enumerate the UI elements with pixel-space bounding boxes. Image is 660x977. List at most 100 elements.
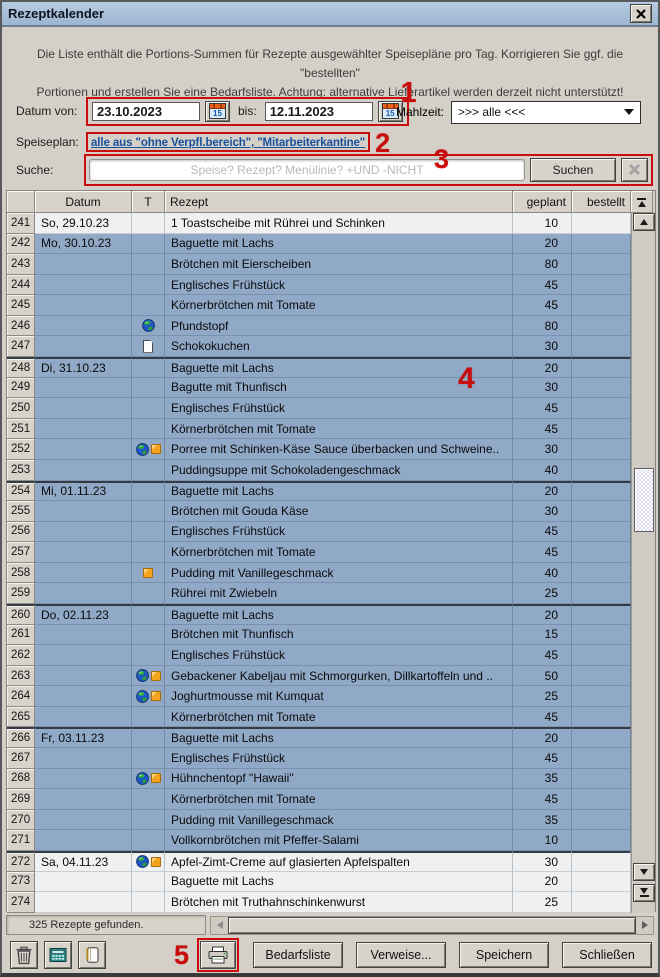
scrollbar-thumb[interactable]	[634, 468, 654, 532]
header-cell-num[interactable]	[7, 191, 35, 213]
header-cell-rezept[interactable]: Rezept	[165, 191, 513, 213]
table-row[interactable]: 264 Joghurtmousse mit Kumquat 25	[7, 686, 631, 707]
row-bestellt[interactable]	[572, 830, 631, 851]
table-row[interactable]: 272 Sa, 04.11.23 Apfel-Zimt-Creme auf gl…	[7, 851, 631, 872]
calculator-button[interactable]	[44, 941, 72, 969]
table-row[interactable]: 250 Englisches Frühstück 45	[7, 398, 631, 419]
row-bestellt[interactable]	[572, 316, 631, 337]
table-row[interactable]: 245 Körnerbrötchen mit Tomate 45	[7, 295, 631, 316]
close-button[interactable]	[630, 4, 652, 23]
row-bestellt[interactable]	[572, 727, 631, 748]
table-row[interactable]: 259 Rührei mit Zwiebeln 25	[7, 583, 631, 604]
row-bestellt[interactable]	[572, 357, 631, 378]
row-bestellt[interactable]	[572, 542, 631, 563]
speiseplan-link[interactable]: alle aus "ohne Verpfl.bereich", "Mitarbe…	[91, 137, 365, 149]
scroll-up-button[interactable]	[633, 213, 655, 231]
table-row[interactable]: 258 Pudding mit Vanillegeschmack 40	[7, 563, 631, 584]
table-row[interactable]: 251 Körnerbrötchen mit Tomate 45	[7, 419, 631, 440]
row-bestellt[interactable]	[572, 439, 631, 460]
table-row[interactable]: 262 Englisches Frühstück 45	[7, 645, 631, 666]
table-row[interactable]: 252 Porree mit Schinken-Käse Sauce überb…	[7, 439, 631, 460]
table-row[interactable]: 270 Pudding mit Vanillegeschmack 35	[7, 810, 631, 831]
row-bestellt[interactable]	[572, 522, 631, 543]
header-cell-bestellt[interactable]: bestellt	[572, 191, 631, 213]
row-bestellt[interactable]	[572, 563, 631, 584]
table-row[interactable]: 274 Brötchen mit Truthahnschinkenwurst 2…	[7, 892, 631, 913]
table-row[interactable]: 273 Baguette mit Lachs 20	[7, 872, 631, 893]
table-row[interactable]: 242 Mo, 30.10.23 Baguette mit Lachs 20	[7, 234, 631, 255]
table-row[interactable]: 268 Hühnchentopf "Hawaii" 35	[7, 769, 631, 790]
row-bestellt[interactable]	[572, 707, 631, 728]
row-bestellt[interactable]	[572, 583, 631, 604]
mahlzeit-dropdown[interactable]: >>> alle <<<	[451, 101, 641, 124]
row-bestellt[interactable]	[572, 892, 631, 913]
table-row[interactable]: 253 Puddingsuppe mit Schokoladengeschmac…	[7, 460, 631, 481]
row-bestellt[interactable]	[572, 234, 631, 255]
print-button[interactable]	[200, 941, 236, 969]
row-bestellt[interactable]	[572, 645, 631, 666]
h-scrollbar-thumb[interactable]	[228, 917, 636, 934]
table-row[interactable]: 246 Pfundstopf 80	[7, 316, 631, 337]
row-bestellt[interactable]	[572, 275, 631, 296]
table-row[interactable]: 267 Englisches Frühstück 45	[7, 748, 631, 769]
table-row[interactable]: 265 Körnerbrötchen mit Tomate 45	[7, 707, 631, 728]
horizontal-scrollbar[interactable]	[210, 916, 654, 935]
vertical-scrollbar[interactable]	[631, 213, 655, 913]
row-bestellt[interactable]	[572, 254, 631, 275]
delete-button[interactable]	[10, 941, 38, 969]
row-bestellt[interactable]	[572, 481, 631, 502]
header-cell-geplant[interactable]: geplant	[513, 191, 572, 213]
row-bestellt[interactable]	[572, 666, 631, 687]
search-button[interactable]: Suchen	[530, 158, 616, 182]
verweise-button[interactable]: Verweise...	[356, 942, 446, 968]
bedarfsliste-button[interactable]: Bedarfsliste	[253, 942, 343, 968]
row-bestellt[interactable]	[572, 789, 631, 810]
date-from-input[interactable]	[92, 102, 200, 121]
scroll-left-button[interactable]	[211, 917, 228, 934]
table-row[interactable]: 271 Vollkornbrötchen mit Pfeffer-Salami …	[7, 830, 631, 851]
calendar-from-button[interactable]: 15	[205, 101, 230, 122]
row-bestellt[interactable]	[572, 460, 631, 481]
schliessen-button[interactable]: Schließen	[562, 942, 652, 968]
table-row[interactable]: 261 Brötchen mit Thunfisch 15	[7, 625, 631, 646]
row-bestellt[interactable]	[572, 378, 631, 399]
table-row[interactable]: 260 Do, 02.11.23 Baguette mit Lachs 20	[7, 604, 631, 625]
table-row[interactable]: 263 Gebackener Kabeljau mit Schmorgurken…	[7, 666, 631, 687]
scroll-down-button[interactable]	[633, 863, 655, 881]
table-row[interactable]: 243 Brötchen mit Eierscheiben 80	[7, 254, 631, 275]
table-row[interactable]: 255 Brötchen mit Gouda Käse 30	[7, 501, 631, 522]
row-bestellt[interactable]	[572, 213, 631, 234]
table-row[interactable]: 256 Englisches Frühstück 45	[7, 522, 631, 543]
table-row[interactable]: 266 Fr, 03.11.23 Baguette mit Lachs 20	[7, 727, 631, 748]
notebook-button[interactable]	[78, 941, 106, 969]
speichern-button[interactable]: Speichern	[459, 942, 549, 968]
scroll-to-top-button[interactable]	[631, 191, 653, 213]
date-to-input[interactable]	[265, 102, 373, 121]
row-bestellt[interactable]	[572, 625, 631, 646]
row-bestellt[interactable]	[572, 872, 631, 893]
row-bestellt[interactable]	[572, 336, 631, 357]
table-row[interactable]: 248 Di, 31.10.23 Baguette mit Lachs 20	[7, 357, 631, 378]
table-row[interactable]: 244 Englisches Frühstück 45	[7, 275, 631, 296]
row-bestellt[interactable]	[572, 501, 631, 522]
table-row[interactable]: 249 Bagutte mit Thunfisch 30	[7, 378, 631, 399]
table-row[interactable]: 247 Schokokuchen 30	[7, 336, 631, 357]
row-bestellt[interactable]	[572, 851, 631, 872]
row-bestellt[interactable]	[572, 419, 631, 440]
scroll-right-button[interactable]	[636, 917, 653, 934]
row-bestellt[interactable]	[572, 769, 631, 790]
scroll-to-bottom-button[interactable]	[633, 884, 655, 902]
table-row[interactable]: 257 Körnerbrötchen mit Tomate 45	[7, 542, 631, 563]
row-bestellt[interactable]	[572, 604, 631, 625]
table-row[interactable]: 241 So, 29.10.23 1 Toastscheibe mit Rühr…	[7, 213, 631, 234]
row-bestellt[interactable]	[572, 398, 631, 419]
clear-search-button[interactable]	[621, 158, 648, 182]
row-bestellt[interactable]	[572, 295, 631, 316]
table-row[interactable]: 269 Körnerbrötchen mit Tomate 45	[7, 789, 631, 810]
row-bestellt[interactable]	[572, 810, 631, 831]
row-bestellt[interactable]	[572, 686, 631, 707]
row-bestellt[interactable]	[572, 748, 631, 769]
header-cell-datum[interactable]: Datum	[35, 191, 132, 213]
search-input[interactable]	[89, 159, 525, 181]
table-row[interactable]: 254 Mi, 01.11.23 Baguette mit Lachs 20	[7, 481, 631, 502]
